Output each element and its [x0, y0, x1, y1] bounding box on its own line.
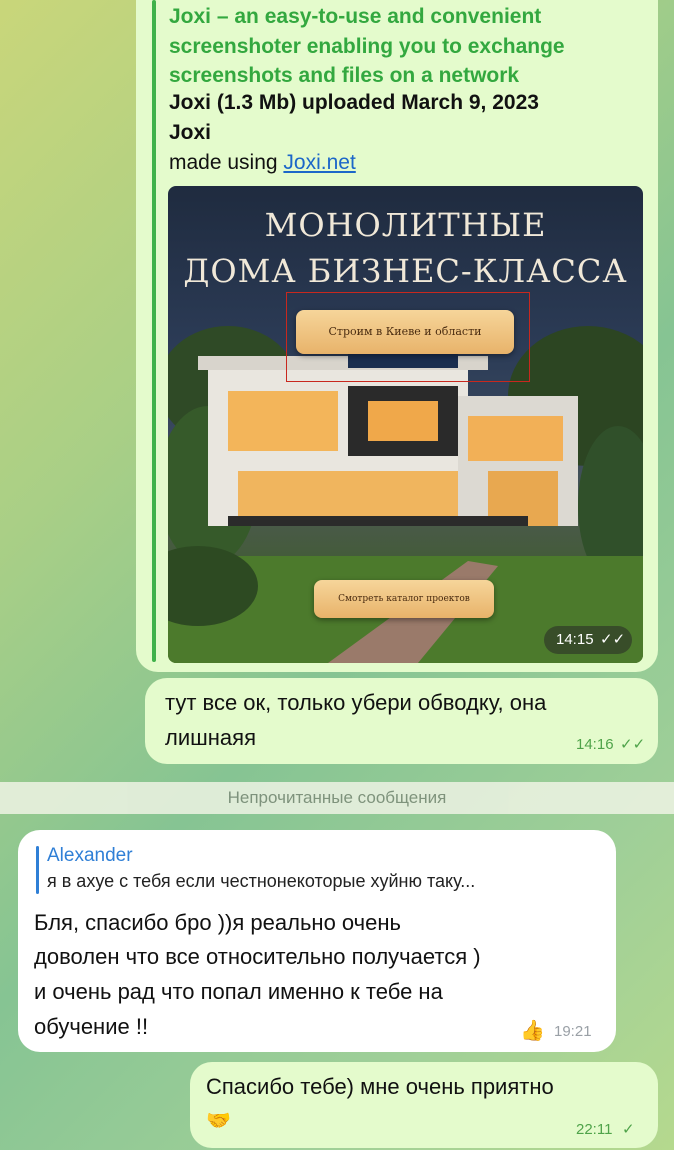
message-2-text-line3: и очень рад что попал именно к тебе на — [34, 979, 443, 1004]
link-preview-time: 14:15 — [556, 631, 594, 648]
double-check-icon: ✓✓ — [600, 631, 626, 648]
made-using-prefix: made using — [169, 151, 284, 174]
link-preview-made-using: made using Joxi.net — [169, 148, 356, 178]
message-2-text-line2: доволен что все относительно получается … — [34, 944, 481, 969]
preview-catalog-button: Смотреть каталог проектов — [314, 580, 494, 618]
message-2-text-line1: Бля, спасибо бро ))я реально очень — [34, 910, 401, 935]
double-check-icon: ✓✓ — [620, 736, 646, 753]
reply-sender-name[interactable]: Alexander — [47, 845, 133, 867]
handshake-emoji-icon: 🤝 — [206, 1110, 231, 1132]
message-2-text-line4: обучение !! — [34, 1014, 149, 1039]
red-outline-frame — [286, 292, 530, 382]
message-3-text: Спасибо тебе) мне очень приятно — [206, 1074, 554, 1099]
link-preview-image[interactable]: МОНОЛИТНЫЕ ДОМА БИЗНЕС-КЛАССА Строим в К… — [168, 186, 643, 663]
unread-messages-divider: Непрочитанные сообщения — [0, 782, 674, 814]
link-preview-site-name: Joxi — [169, 121, 212, 144]
reply-quoted-text[interactable]: я в ахуе с тебя если честнонекоторые хуй… — [47, 871, 475, 892]
joxi-link[interactable]: Joxi.net — [283, 151, 355, 174]
thumbs-up-reaction-icon[interactable]: 👍 — [520, 1018, 545, 1043]
message-1-text-line1: тут все ок, только убери обводку, она — [165, 690, 547, 715]
link-preview-title[interactable]: Joxi – an easy-to-use and convenient scr… — [169, 2, 639, 91]
preview-title-line2: ДОМА БИЗНЕС-КЛАССА — [183, 252, 628, 290]
preview-title-line1: МОНОЛИТНЫЕ — [264, 206, 547, 244]
link-preview-upload-line: Joxi (1.3 Mb) uploaded March 9, 2023 — [169, 91, 539, 114]
message-2-time: 19:21 — [554, 1023, 592, 1040]
image-time-pill: 14:15 ✓✓ — [544, 626, 632, 654]
message-1-text-line2: лишнаяя — [165, 725, 256, 750]
single-check-icon: ✓ — [622, 1121, 635, 1138]
link-preview-accent-bar — [152, 0, 156, 662]
reply-accent-bar — [36, 846, 39, 894]
message-1-time: 14:16 — [576, 736, 614, 753]
message-3-time: 22:11 — [576, 1121, 613, 1138]
